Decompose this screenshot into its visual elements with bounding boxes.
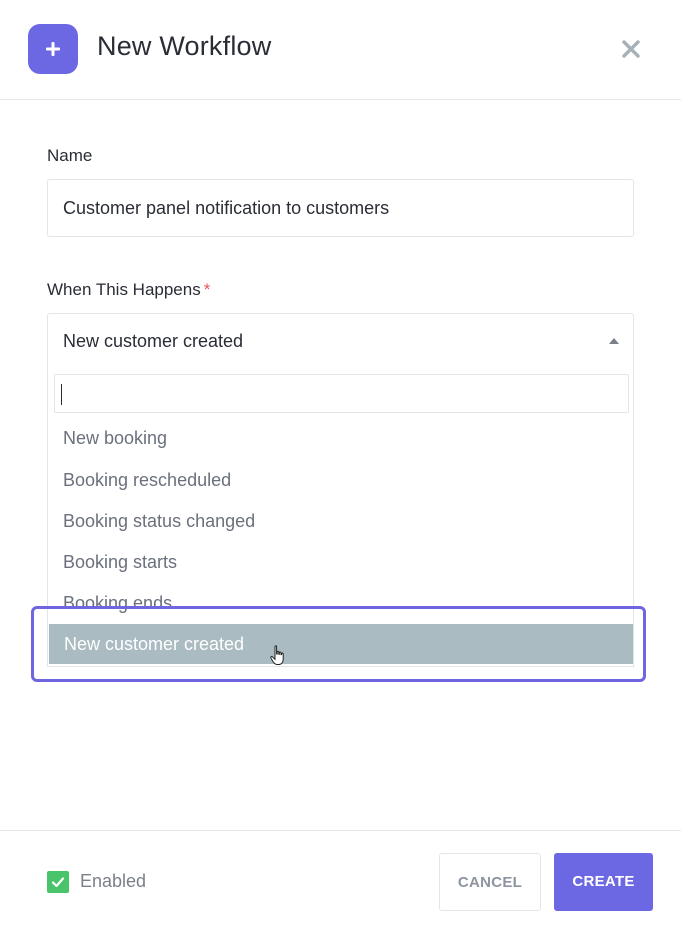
caret-up-icon: [609, 338, 619, 344]
trigger-selected-value: New customer created: [63, 331, 244, 351]
trigger-dropdown: New booking Booking rescheduled Booking …: [47, 365, 634, 667]
modal-footer: Enabled CANCEL CREATE: [0, 830, 681, 929]
required-mark: *: [203, 280, 211, 299]
cancel-button[interactable]: CANCEL: [439, 853, 541, 911]
modal-header: New Workflow: [0, 0, 681, 100]
new-workflow-modal: New Workflow Name When This Happens* New…: [0, 0, 681, 929]
modal-title: New Workflow: [97, 31, 272, 61]
close-icon[interactable]: [618, 36, 644, 62]
option-booking-status-changed[interactable]: Booking status changed: [48, 501, 633, 541]
enabled-checkbox[interactable]: [47, 871, 69, 893]
trigger-label-text: When This Happens: [47, 280, 201, 299]
dropdown-search-input[interactable]: [54, 374, 629, 413]
trigger-label: When This Happens *: [47, 280, 210, 300]
enabled-label: Enabled: [80, 871, 147, 891]
check-icon: [51, 877, 65, 888]
option-booking-starts[interactable]: Booking starts: [48, 542, 633, 582]
trigger-select[interactable]: New customer created: [47, 313, 634, 365]
option-booking-rescheduled[interactable]: Booking rescheduled: [48, 460, 633, 500]
text-cursor: [61, 384, 62, 405]
option-new-customer-created[interactable]: New customer created: [49, 624, 633, 664]
create-button[interactable]: CREATE: [554, 853, 653, 911]
name-label: Name: [47, 146, 93, 165]
name-input[interactable]: [47, 179, 634, 237]
option-booking-ends[interactable]: Booking ends: [48, 583, 633, 623]
hand-cursor-icon: [270, 645, 288, 672]
option-new-booking[interactable]: New booking: [48, 418, 633, 458]
plus-icon: [28, 24, 78, 74]
